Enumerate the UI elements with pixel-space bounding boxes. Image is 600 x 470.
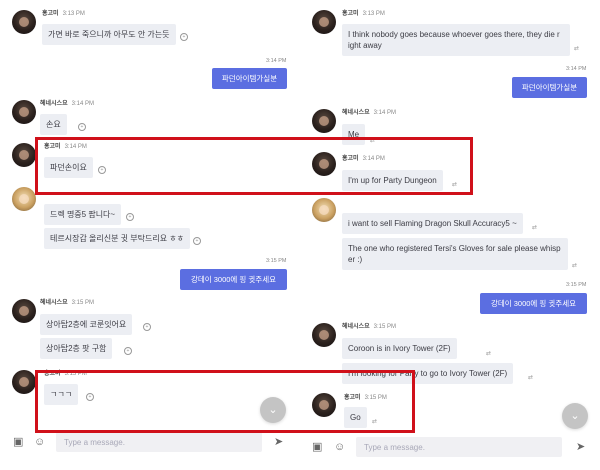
message-bubble: Coroon is in Ivory Tower (2F): [342, 338, 457, 359]
send-icon[interactable]: ➤: [576, 440, 585, 453]
message-time: 3:15 PM: [373, 324, 396, 330]
outgoing-message-bubble: 파던아이템가실분: [512, 77, 587, 98]
message-input[interactable]: [356, 437, 562, 457]
avatar[interactable]: [12, 10, 36, 34]
outgoing-message-bubble: 강데이 3000에 핑 귓주세요: [180, 269, 287, 290]
avatar[interactable]: [312, 198, 336, 222]
image-icon[interactable]: ▣: [312, 440, 322, 454]
avatar[interactable]: [12, 187, 36, 211]
translate-icon[interactable]: ⇄: [532, 224, 537, 231]
scroll-down-icon[interactable]: ⌄: [562, 403, 588, 429]
message-time: 3:14 PM: [71, 101, 94, 107]
avatar[interactable]: [12, 370, 36, 394]
message-input-bar: ▣ ☺ ➤: [300, 436, 600, 466]
message-time: 3:15 PM: [71, 300, 94, 306]
message-input[interactable]: [56, 432, 262, 452]
outgoing-message-bubble: 강데이 3000에 핑 귓주세요: [480, 293, 587, 314]
message-bubble: 상아탑2층에 코룬잇어요: [40, 314, 133, 335]
message-meta: 홍고미 3:13 PM: [342, 10, 385, 18]
translate-icon[interactable]: ⇄: [572, 262, 577, 269]
message-time: 3:14 PM: [566, 66, 587, 72]
message-time: 3:14 PM: [266, 58, 287, 64]
message-meta: 헤네시스요 3:15 PM: [40, 299, 94, 307]
avatar[interactable]: [12, 100, 36, 124]
image-icon[interactable]: ▣: [13, 435, 23, 449]
message-bubble: The one who registered Tersi's Gloves fo…: [342, 238, 568, 270]
emoji-add-icon[interactable]: +: [143, 323, 151, 331]
outgoing-message-bubble: 파던아이템가실분: [212, 68, 287, 89]
sender-name: 헤네시스요: [40, 101, 68, 107]
emoji-add-icon[interactable]: +: [126, 213, 134, 221]
message-meta: 홍고미 3:13 PM: [42, 10, 85, 18]
message-time: 3:15 PM: [266, 258, 287, 264]
message-meta: 헤네시스요 3:14 PM: [40, 100, 94, 108]
translate-icon[interactable]: ⇄: [486, 350, 491, 357]
sender-name: 헤네시스요: [342, 324, 370, 330]
highlight-box: [35, 370, 415, 433]
emoji-add-icon[interactable]: +: [124, 347, 132, 355]
message-time: 3:14 PM: [373, 110, 396, 116]
message-bubble: 드렉 명중5 팝니다~: [44, 204, 122, 225]
message-meta: 헤네시스요 3:14 PM: [342, 109, 396, 117]
message-bubble: I think nobody goes because whoever goes…: [342, 24, 570, 56]
message-bubble: 테르시장갑 올리신분 귓 부탁드리요 ㅎㅎ: [44, 228, 191, 249]
highlight-box: [35, 137, 473, 195]
smile-icon[interactable]: ☺: [34, 435, 45, 449]
emoji-add-icon[interactable]: +: [180, 33, 188, 41]
sender-name: 홍고미: [42, 11, 59, 17]
avatar[interactable]: [312, 323, 336, 347]
message-bubble: 상아탑2층 팟 구함: [40, 338, 113, 359]
avatar[interactable]: [312, 109, 336, 133]
avatar[interactable]: [12, 143, 36, 167]
message-bubble: 가면 바로 죽으니까 아무도 안 가는듯: [42, 24, 176, 45]
translate-icon[interactable]: ⇄: [528, 374, 533, 381]
smile-icon[interactable]: ☺: [334, 440, 345, 454]
message-input-bar: ▣ ☺ ➤: [0, 430, 300, 460]
avatar[interactable]: [312, 10, 336, 34]
message-meta: 헤네시스요 3:15 PM: [342, 323, 396, 331]
message-time: 3:13 PM: [62, 11, 85, 17]
emoji-add-icon[interactable]: +: [193, 237, 201, 245]
message-bubble: 손요: [40, 114, 67, 135]
message-time: 3:13 PM: [362, 11, 385, 17]
message-bubble: i want to sell Flaming Dragon Skull Accu…: [342, 213, 523, 234]
sender-name: 홍고미: [342, 11, 359, 17]
sender-name: 헤네시스요: [40, 300, 68, 306]
sender-name: 헤네시스요: [342, 110, 370, 116]
avatar[interactable]: [12, 299, 36, 323]
message-time: 3:15 PM: [566, 282, 587, 288]
translate-icon[interactable]: ⇄: [574, 45, 579, 52]
emoji-add-icon[interactable]: +: [78, 123, 86, 131]
send-icon[interactable]: ➤: [274, 435, 283, 448]
